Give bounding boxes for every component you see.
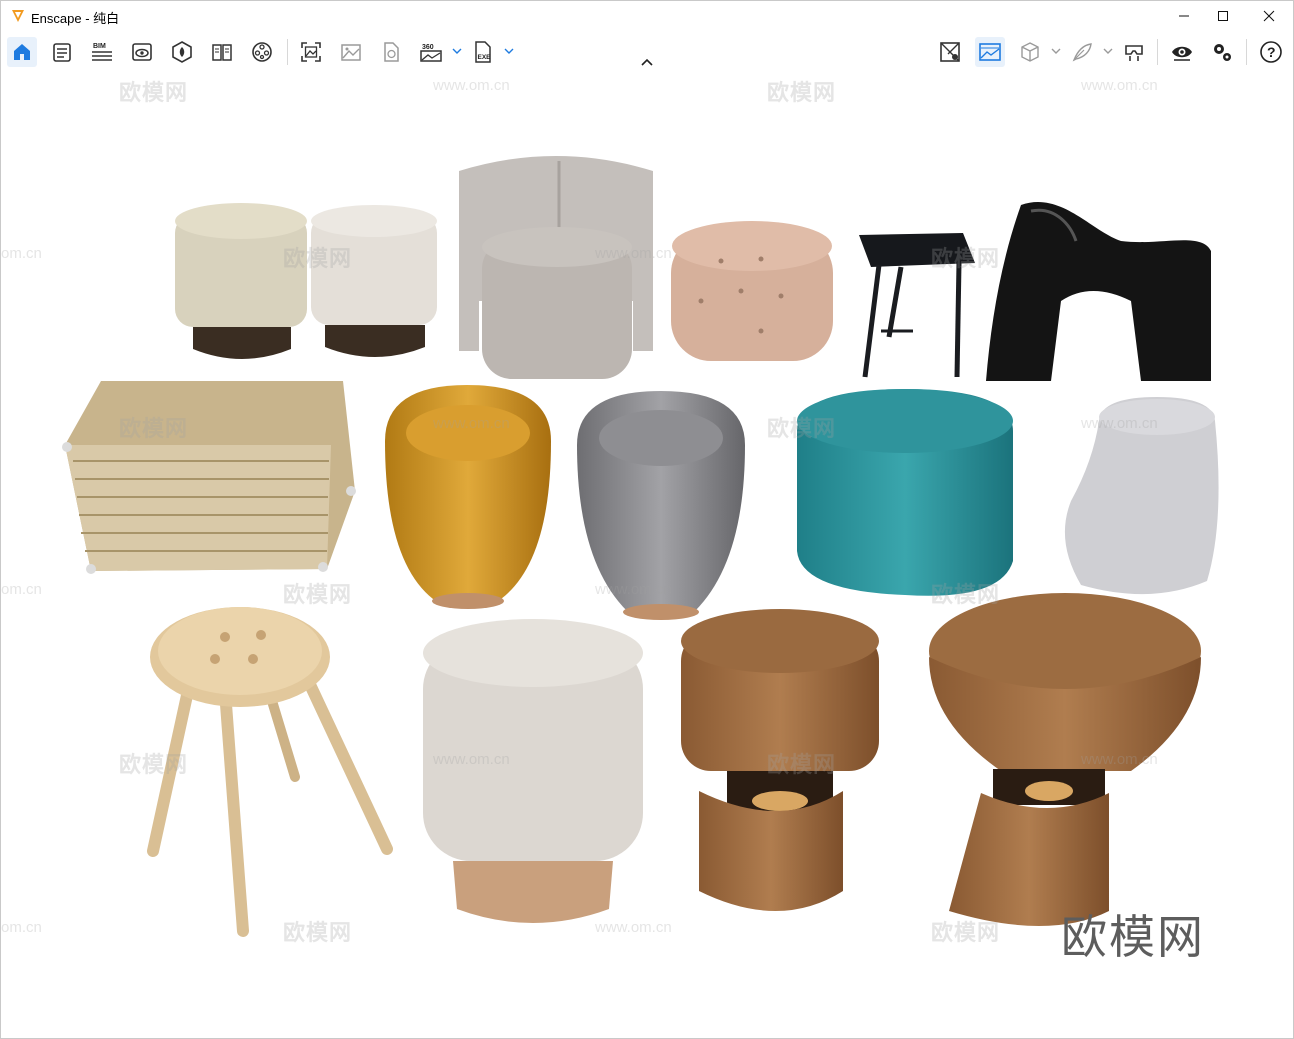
help-label: ?: [1267, 44, 1276, 60]
watermark-text: 欧模网: [283, 246, 353, 271]
watermark-url: www.om.cn: [433, 751, 510, 768]
tufted-pink-ottoman: [671, 221, 833, 361]
watermark-text: 欧模网: [767, 416, 837, 441]
feather-button[interactable]: [1067, 37, 1097, 67]
home-button[interactable]: [7, 37, 37, 67]
watermark-text: 欧模网: [767, 752, 837, 777]
watermark-text: 欧模网: [931, 582, 1001, 607]
help-icon: ?: [1260, 41, 1282, 63]
batch-render-button[interactable]: [336, 37, 366, 67]
brand-watermark: 欧模网: [1061, 911, 1205, 963]
settings-gears-icon: [1214, 44, 1231, 61]
watermark-url: www.om.cn: [1081, 751, 1158, 768]
feather-icon: [1072, 43, 1092, 62]
rope-woven-bench: [62, 381, 356, 574]
view-management-icon: [132, 43, 152, 61]
watermark-url: www.om.cn: [595, 581, 672, 598]
watermark-url: www.om.cn: [595, 919, 672, 936]
export-exe-button[interactable]: EXE: [468, 37, 498, 67]
black-sculptural-stool: [986, 202, 1211, 381]
panorama-360-icon: 360: [420, 44, 442, 62]
close-icon: [1263, 10, 1275, 22]
toolbar-separator: [287, 39, 288, 65]
feather-dropdown-icon[interactable]: [1103, 45, 1113, 57]
cube-dropdown-icon[interactable]: [1051, 45, 1061, 57]
watermark-text: 欧模网: [767, 80, 837, 105]
watermark-url: www.om.cn: [433, 415, 510, 432]
bim-icon: BIM: [92, 43, 112, 61]
panorama-dropdown-icon[interactable]: [452, 45, 462, 57]
beige-pouf-stool: [175, 203, 307, 359]
watermark-text: 欧模网: [119, 416, 189, 441]
visual-settings-icon: [53, 43, 71, 62]
settings-button[interactable]: [1207, 37, 1237, 67]
watermark-url: om.cn: [1, 245, 42, 262]
video-editor-button[interactable]: [247, 37, 277, 67]
watermark-url: www.om.cn: [433, 77, 510, 94]
cube-button[interactable]: [1015, 37, 1045, 67]
enscape-window: Enscape - 纯白 BIM 360 EXE ? 欧模网 www.om.cn…: [0, 0, 1294, 1039]
render-scene: [62, 156, 1219, 937]
bim-button[interactable]: BIM: [87, 37, 117, 67]
atmosphere-icon: [979, 43, 1001, 61]
bim-label: BIM: [93, 43, 106, 50]
home-icon: [14, 44, 30, 60]
batch-render-icon: [341, 44, 361, 61]
panorama-360-label: 360: [422, 44, 434, 51]
watermark-url: www.om.cn: [1081, 77, 1158, 94]
wooden-hourglass-side-table: [929, 593, 1201, 926]
sync-views-button[interactable]: [935, 37, 965, 67]
toolbar-separator-right: [1157, 39, 1158, 65]
panorama-360-button[interactable]: 360: [416, 37, 446, 67]
watermark-text: 欧模网: [283, 920, 353, 945]
vr-headset-button[interactable]: [1119, 37, 1149, 67]
close-button[interactable]: [1246, 1, 1292, 31]
watermark-text: 欧模网: [931, 246, 1001, 271]
maximize-button[interactable]: [1200, 1, 1246, 31]
watermark-url: www.om.cn: [1081, 415, 1158, 432]
screenshot-button[interactable]: [296, 37, 326, 67]
help-button[interactable]: ?: [1256, 37, 1286, 67]
minimize-icon: [1179, 15, 1189, 17]
vr-headset-icon: [1125, 45, 1143, 61]
watermark-url: om.cn: [1, 919, 42, 936]
export-exe-icon: EXE: [475, 41, 492, 63]
material-editor-button[interactable]: [207, 37, 237, 67]
white-fabric-pouf: [423, 619, 643, 923]
maximize-icon: [1218, 11, 1228, 21]
export-dropdown-icon[interactable]: [504, 45, 514, 57]
watermark-url: om.cn: [1, 581, 42, 598]
export-web-button[interactable]: [376, 37, 406, 67]
atmosphere-button[interactable]: [975, 37, 1005, 67]
visual-settings-button[interactable]: [47, 37, 77, 67]
title-bar: Enscape - 纯白: [1, 1, 1293, 31]
watermark-text: 欧模网: [119, 752, 189, 777]
view-management-button[interactable]: [127, 37, 157, 67]
export-web-icon: [384, 42, 399, 62]
watermark-text: 欧模网: [119, 80, 189, 105]
enscape-logo-icon: [12, 10, 24, 22]
render-viewport[interactable]: 欧模网 www.om.cn 欧模网 www.om.cn om.cn 欧模网 ww…: [1, 73, 1293, 1038]
boucle-pouf-stool: [311, 205, 437, 357]
export-exe-label: EXE: [478, 54, 492, 61]
material-editor-icon: [212, 44, 232, 61]
asset-library-icon: [172, 41, 192, 63]
screenshot-icon: [301, 42, 321, 62]
preview-eye-icon: [1172, 46, 1192, 61]
watermark-url: www.om.cn: [595, 245, 672, 262]
asset-library-button[interactable]: [167, 37, 197, 67]
watermark-text: 欧模网: [931, 920, 1001, 945]
watermark-text: 欧模网: [283, 582, 353, 607]
cube-icon: [1021, 42, 1039, 62]
collapse-toolbar-chevron-icon[interactable]: [639, 57, 655, 69]
sync-views-icon: [940, 42, 960, 62]
toolbar-separator-help: [1246, 39, 1247, 65]
video-editor-icon: [252, 42, 272, 62]
grey-tub-armchair: [459, 156, 653, 379]
preview-eye-button[interactable]: [1167, 37, 1197, 67]
window-title: Enscape - 纯白: [31, 11, 120, 26]
